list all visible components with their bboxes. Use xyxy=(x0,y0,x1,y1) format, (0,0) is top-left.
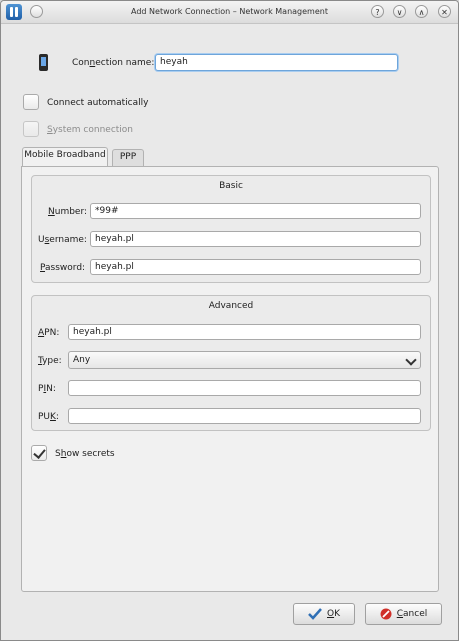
show-secrets-label: Show secrets xyxy=(55,449,115,459)
password-input[interactable]: heyah.pl xyxy=(90,259,421,275)
tab-panel: Basic Number: *99# Username: heyah.pl Pa… xyxy=(21,166,439,592)
username-label: Username: xyxy=(38,235,87,245)
title-bar: Add Network Connection – Network Managem… xyxy=(1,1,458,24)
advanced-group: Advanced APN: heyah.pl Type: Any PIN: PU… xyxy=(31,295,431,431)
show-secrets-checkbox[interactable] xyxy=(31,445,47,461)
checkmark-icon xyxy=(308,607,322,620)
pin-input[interactable] xyxy=(68,380,421,396)
mobile-phone-icon xyxy=(39,54,48,71)
connection-name-input[interactable]: heyah xyxy=(155,54,398,71)
pin-label: PIN: xyxy=(38,384,56,394)
basic-group: Basic Number: *99# Username: heyah.pl Pa… xyxy=(31,175,431,283)
tab-ppp[interactable]: PPP xyxy=(112,149,144,166)
basic-group-title: Basic xyxy=(219,181,243,191)
number-input[interactable]: *99# xyxy=(90,203,421,219)
puk-label: PUK: xyxy=(38,412,59,422)
apn-label: APN: xyxy=(38,328,60,338)
checkmark-icon xyxy=(33,446,46,459)
cancel-icon xyxy=(380,608,392,619)
maximize-button[interactable]: ∧ xyxy=(415,5,428,18)
type-label: Type: xyxy=(38,356,62,366)
username-input[interactable]: heyah.pl xyxy=(90,231,421,247)
tab-mobile-broadband[interactable]: Mobile Broadband xyxy=(22,147,108,166)
window-title: Add Network Connection – Network Managem… xyxy=(131,7,328,16)
type-select[interactable]: Any xyxy=(68,351,421,369)
system-connection-label: System connection xyxy=(47,125,134,135)
connection-name-label: Connection name: xyxy=(72,58,155,68)
type-select-value: Any xyxy=(73,355,91,365)
cancel-button[interactable]: Cancel xyxy=(365,603,442,625)
ok-button[interactable]: OK xyxy=(293,603,355,625)
chevron-down-icon xyxy=(405,354,417,366)
connect-automatically-checkbox[interactable] xyxy=(23,94,39,110)
apn-input[interactable]: heyah.pl xyxy=(68,324,421,340)
dialog-window: Add Network Connection – Network Managem… xyxy=(0,0,459,641)
minimize-button[interactable]: ∨ xyxy=(393,5,406,18)
connect-automatically-label: Connect automatically xyxy=(47,98,149,108)
advanced-group-title: Advanced xyxy=(208,301,254,311)
system-connection-checkbox[interactable] xyxy=(23,121,39,137)
close-button[interactable]: ✕ xyxy=(438,5,451,18)
number-label: Number: xyxy=(48,207,88,217)
puk-input[interactable] xyxy=(68,408,421,424)
password-label: Password: xyxy=(40,263,86,273)
help-button[interactable]: ? xyxy=(371,5,384,18)
